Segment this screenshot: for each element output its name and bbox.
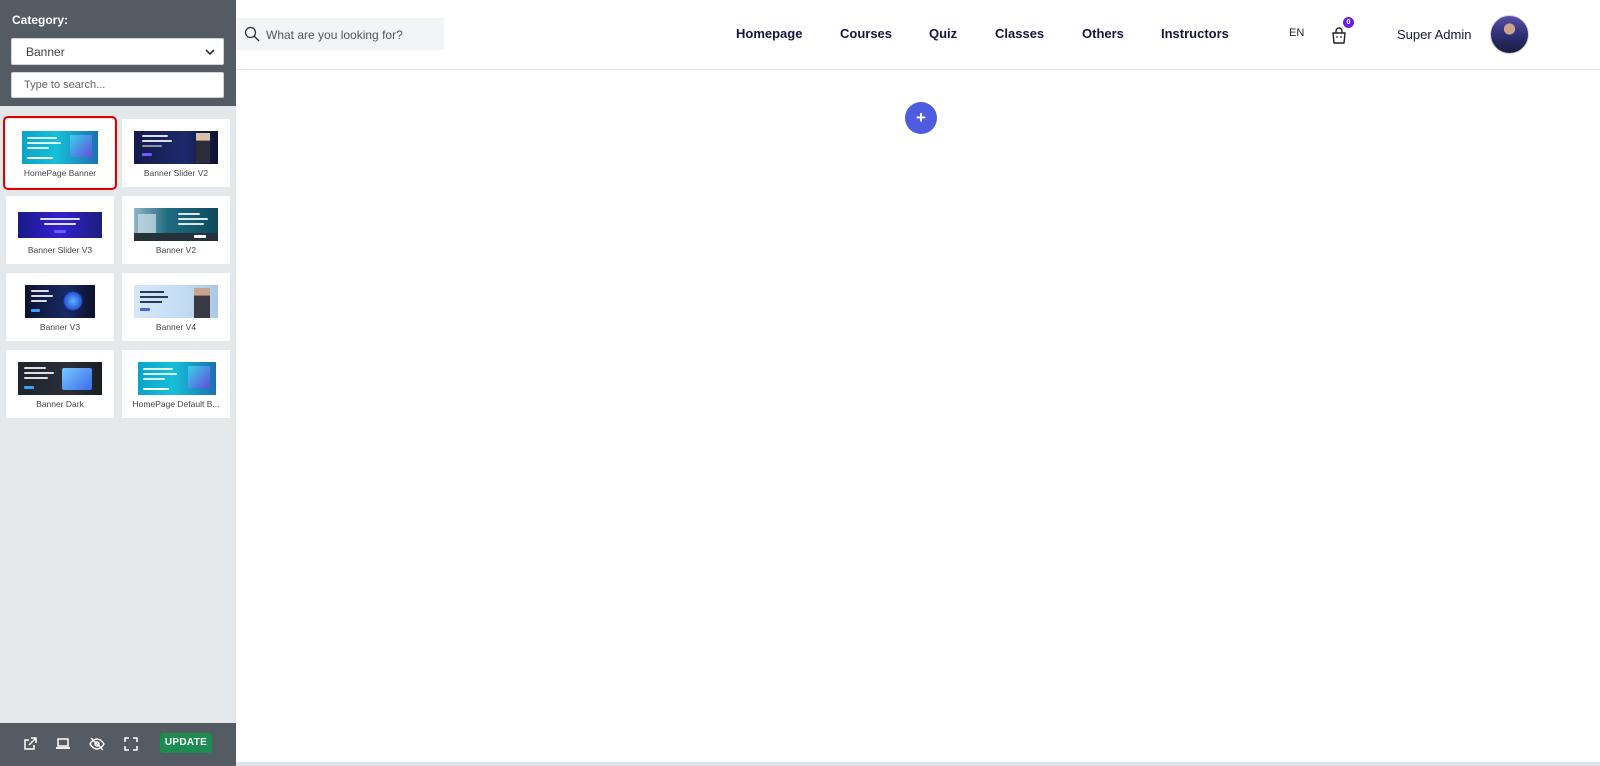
template-name: Banner V3	[39, 322, 81, 332]
template-name: Banner Slider V2	[143, 168, 209, 178]
search-icon	[244, 26, 260, 42]
template-name: Banner Slider V3	[27, 245, 93, 255]
category-select[interactable]: Banner	[11, 38, 224, 65]
template-thumbnail	[18, 212, 102, 238]
cart-count-badge: 0	[1343, 17, 1354, 28]
template-card-homepage-banner[interactable]: HomePage Banner	[3, 116, 117, 190]
nav-classes[interactable]: Classes	[995, 26, 1044, 41]
template-card-banner-slider-v3[interactable]: Banner Slider V3	[6, 196, 114, 264]
template-card-banner-v3[interactable]: Banner V3	[6, 273, 114, 341]
template-name: Banner Dark	[36, 399, 84, 409]
template-card-banner-v4[interactable]: Banner V4	[122, 273, 230, 341]
nav-courses[interactable]: Courses	[840, 26, 892, 41]
avatar[interactable]	[1490, 15, 1529, 54]
template-thumbnail	[25, 285, 95, 318]
canvas-bottom-edge	[236, 762, 1600, 766]
template-name: Banner V2	[155, 245, 197, 255]
cart-icon[interactable]	[1329, 26, 1349, 46]
template-card-banner-slider-v2[interactable]: Banner Slider V2	[122, 119, 230, 187]
template-thumbnail	[18, 362, 102, 395]
template-thumbnail	[22, 131, 98, 164]
chevron-down-icon	[205, 49, 215, 56]
external-link-icon[interactable]	[22, 736, 38, 752]
template-name: HomePage Default B...	[132, 399, 220, 409]
user-name[interactable]: Super Admin	[1397, 27, 1471, 42]
template-name: HomePage Banner	[23, 168, 97, 178]
fullscreen-icon[interactable]	[123, 736, 139, 752]
site-search-placeholder: What are you looking for?	[266, 28, 403, 42]
template-card-banner-v2[interactable]: Banner V2	[122, 196, 230, 264]
site-header: What are you looking for? Homepage Cours…	[236, 0, 1600, 70]
template-thumbnail	[134, 208, 218, 241]
template-thumbnail	[138, 362, 216, 395]
category-label: Category:	[12, 13, 69, 27]
nav-quiz[interactable]: Quiz	[929, 26, 957, 41]
update-button[interactable]: UPDATE	[160, 733, 212, 753]
template-thumbnail	[134, 131, 218, 164]
add-section-button[interactable]: +	[905, 102, 937, 134]
builder-sidebar: Category: Banner HomePage Banner Banner …	[0, 0, 236, 766]
sidebar-filter-panel: Category: Banner	[0, 0, 236, 106]
site-search-field[interactable]: What are you looking for?	[236, 18, 444, 50]
template-search-input[interactable]	[11, 72, 224, 98]
language-switcher[interactable]: EN	[1289, 27, 1304, 39]
template-name: Banner V4	[155, 322, 197, 332]
template-card-banner-dark[interactable]: Banner Dark	[6, 350, 114, 418]
template-card-homepage-default-banner[interactable]: HomePage Default B...	[122, 350, 230, 418]
eye-off-icon[interactable]	[89, 736, 105, 752]
laptop-icon[interactable]	[55, 736, 71, 752]
sidebar-footer: UPDATE	[0, 723, 236, 766]
nav-instructors[interactable]: Instructors	[1161, 26, 1229, 41]
nav-homepage[interactable]: Homepage	[736, 26, 802, 41]
template-thumbnail	[134, 285, 218, 318]
nav-others[interactable]: Others	[1082, 26, 1124, 41]
category-selected-value: Banner	[26, 45, 65, 59]
